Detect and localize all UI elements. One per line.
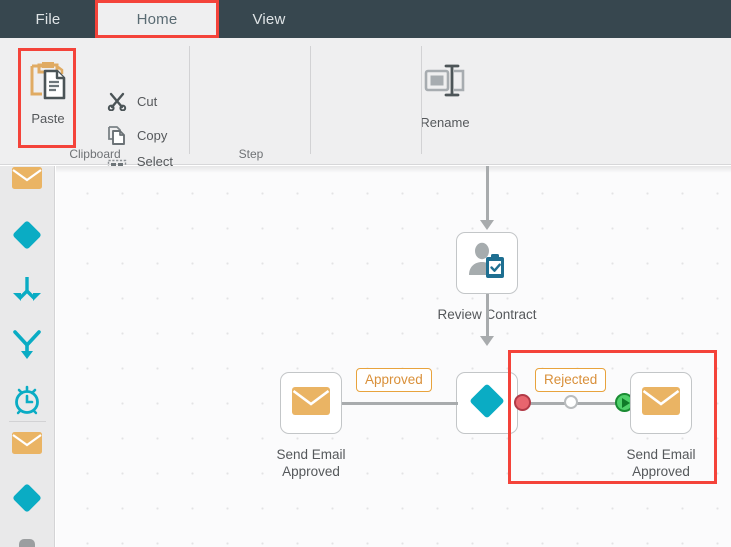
tab-home-label: Home <box>136 10 178 28</box>
palette-item-decision-2[interactable] <box>0 474 54 526</box>
ribbon-body: Paste Cut Copy Select Clipboard Rename S… <box>0 38 731 184</box>
paste-icon <box>28 58 68 107</box>
palette-item-join[interactable] <box>0 321 54 373</box>
node-send-email-approved-right[interactable] <box>630 372 692 434</box>
merge-arrows-icon <box>10 275 44 310</box>
palette-item-partial[interactable] <box>0 524 54 547</box>
shape-palette-sidebar[interactable] <box>0 166 55 547</box>
envelope-icon <box>12 431 42 459</box>
ribbon-tabbar: File Home View <box>0 0 731 38</box>
palette-item-decision-1[interactable] <box>0 211 54 263</box>
play-triangle-icon <box>621 397 630 408</box>
user-task-icon <box>466 241 508 286</box>
ribbon-group-divider <box>189 46 190 154</box>
rename-icon <box>422 62 468 107</box>
copy-icon <box>104 122 130 148</box>
edge-label-rejected[interactable]: Rejected <box>535 368 607 392</box>
cut-button[interactable]: Cut <box>104 86 157 116</box>
ribbon-group-step: Rename Step <box>191 38 470 164</box>
connector-review-to-decision-arrowhead <box>480 336 494 346</box>
palette-item-email-1[interactable] <box>0 166 54 206</box>
decision-diamond-icon <box>466 380 508 427</box>
node-send-email-approved-left[interactable] <box>280 372 342 434</box>
rounded-shape-icon <box>17 537 37 547</box>
connector-incoming-arrowhead <box>480 220 494 230</box>
copy-button[interactable]: Copy <box>104 120 167 150</box>
envelope-icon <box>642 386 680 420</box>
node-caption-send-email-approved-left: Send Email Approved <box>276 447 346 479</box>
cut-button-label: Cut <box>137 93 158 109</box>
ribbon-group-step-label: Step <box>238 147 264 161</box>
connector-review-to-decision[interactable] <box>486 294 489 338</box>
envelope-icon <box>12 166 42 194</box>
ribbon-group-divider <box>421 46 422 154</box>
tab-home[interactable]: Home <box>96 0 218 38</box>
tab-view-label: View <box>252 10 286 28</box>
copy-button-label: Copy <box>137 127 168 143</box>
workflow-designer-window: File Home View Paste Cut Copy Select Cli… <box>0 0 731 547</box>
join-arrow-icon <box>11 329 43 366</box>
scissors-icon <box>104 88 130 114</box>
palette-item-merge[interactable] <box>0 266 54 318</box>
diamond-icon <box>9 217 45 258</box>
connector-source-endpoint[interactable] <box>514 394 531 411</box>
node-caption-send-email-approved-right: Send Email Approved <box>626 447 696 479</box>
connector-incoming[interactable] <box>486 166 489 222</box>
canvas-top-shadow <box>56 166 731 173</box>
tab-view[interactable]: View <box>218 0 320 38</box>
workflow-canvas[interactable]: Review Contract Approved Send Email Appr… <box>56 166 731 547</box>
ribbon-group-empty <box>312 38 422 164</box>
paste-button[interactable]: Paste <box>20 50 76 148</box>
tab-file[interactable]: File <box>0 0 96 38</box>
paste-button-label: Paste <box>31 111 65 126</box>
ribbon-group-clipboard: Paste Cut Copy Select Clipboard <box>0 38 190 184</box>
node-decision[interactable] <box>456 372 518 434</box>
diamond-icon <box>9 480 45 521</box>
envelope-icon <box>292 386 330 420</box>
node-review-contract[interactable] <box>456 232 518 294</box>
ribbon-group-clipboard-label: Clipboard <box>69 147 121 161</box>
palette-item-email-2[interactable] <box>0 419 54 471</box>
connector-midpoint-handle[interactable] <box>564 395 578 409</box>
tab-file-label: File <box>35 10 61 28</box>
ribbon-group-divider <box>310 46 311 154</box>
timer-icon <box>11 384 43 421</box>
edge-label-approved[interactable]: Approved <box>356 368 432 392</box>
rename-button-label: Rename <box>420 115 470 130</box>
